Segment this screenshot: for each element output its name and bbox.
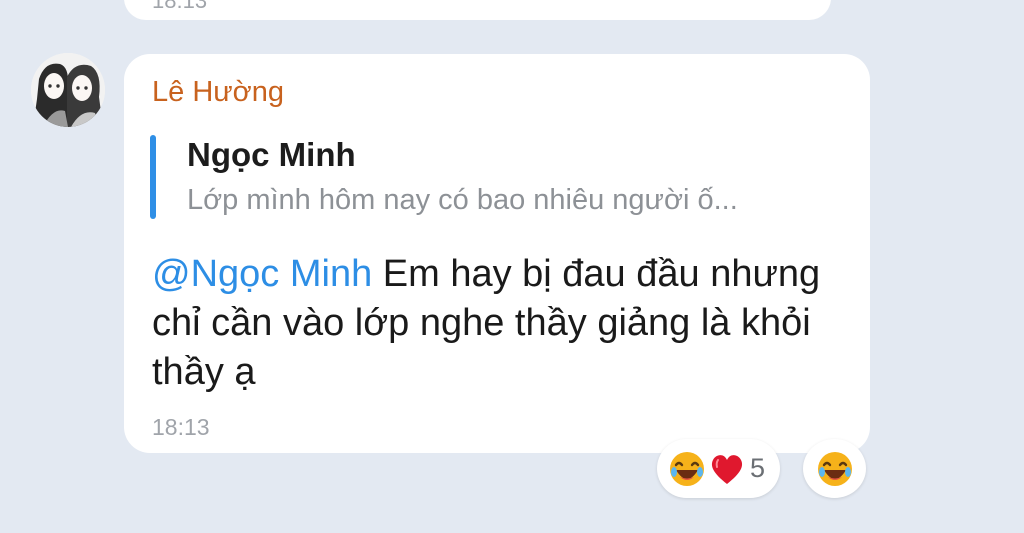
previous-message-time: 18:13 [152, 0, 208, 13]
reaction-count: 5 [750, 453, 766, 483]
message-time: 18:13 [152, 414, 210, 440]
sender-name[interactable]: Lê Hường [152, 76, 284, 109]
reply-preview-text: Lớp mình hôm nay có bao nhiêu người ố... [187, 184, 738, 216]
reply-quote[interactable]: Ngọc Minh Lớp mình hôm nay có bao nhiêu … [150, 132, 850, 219]
reactions-summary[interactable]: 5 [657, 439, 780, 498]
previous-message-bubble[interactable] [124, 0, 831, 20]
laughing-emoji-icon [818, 452, 852, 486]
red-heart-icon [711, 455, 743, 484]
laughing-emoji-icon [670, 452, 704, 486]
reply-author: Ngọc Minh [187, 136, 356, 173]
reply-accent-bar [150, 135, 156, 219]
mention-link[interactable]: @Ngọc Minh [152, 253, 372, 295]
sender-avatar[interactable] [31, 53, 105, 127]
add-reaction-button[interactable] [803, 439, 866, 498]
avatar-image [31, 53, 105, 127]
message-bubble[interactable]: Lê Hường Ngọc Minh Lớp mình hôm nay có b… [124, 54, 870, 453]
message-text: @Ngọc Minh Em hay bị đau đầu nhưng chỉ c… [152, 250, 842, 397]
